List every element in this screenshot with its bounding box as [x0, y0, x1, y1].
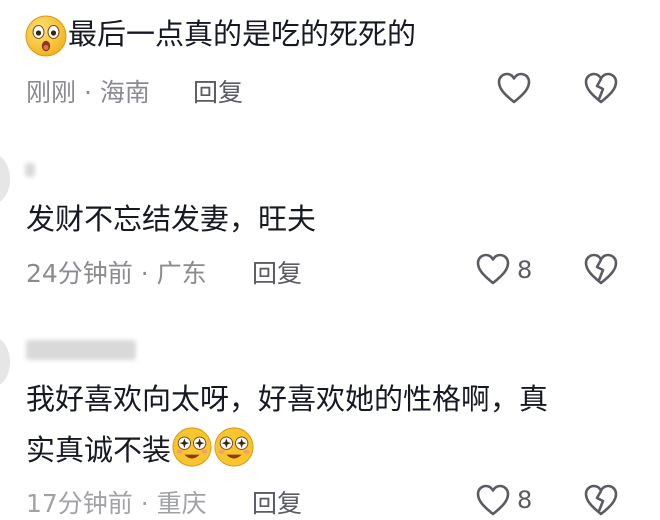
star-struck-face-emoji — [172, 427, 212, 467]
broken-heart-icon[interactable] — [583, 483, 619, 517]
comment-text-line-1: 我好喜欢向太呀，好喜欢她的性格啊，真 — [26, 382, 549, 416]
comment-location: 广东 — [156, 259, 207, 288]
comment-time: 刚刚 — [26, 78, 77, 107]
comment-location: 海南 — [99, 78, 150, 107]
meta-separator: · — [83, 78, 100, 107]
reply-button[interactable]: 回复 — [252, 484, 302, 520]
like-count: 8 — [517, 486, 533, 514]
broken-heart-icon[interactable] — [583, 71, 619, 105]
comment-text-line-2-text: 实真诚不装 — [26, 433, 172, 467]
comment-text-line-2: 实真诚不装 — [26, 426, 255, 469]
comment-location: 重庆 — [156, 489, 207, 518]
heart-outline-icon[interactable] — [475, 483, 511, 517]
meta-separator: · — [140, 259, 157, 288]
comment-time: 17分钟前 — [26, 489, 133, 518]
broken-heart-icon[interactable] — [583, 252, 619, 286]
comment-text: 最后一点真的是吃的死死的 — [68, 17, 417, 51]
meta-separator: · — [140, 489, 157, 518]
astonished-face-emoji — [25, 15, 67, 57]
comment-meta: 17分钟前 · 重庆 — [26, 484, 207, 520]
heart-outline-icon[interactable] — [496, 71, 532, 105]
avatar[interactable] — [0, 154, 10, 204]
username-blurred[interactable] — [25, 163, 35, 177]
comment-text: 发财不忘结发妻，旺夫 — [26, 202, 317, 236]
star-struck-face-emoji — [214, 427, 254, 467]
heart-outline-icon[interactable] — [475, 252, 511, 286]
avatar[interactable] — [0, 337, 10, 387]
username-blurred[interactable] — [26, 340, 136, 360]
comment-meta: 24分钟前 · 广东 — [26, 254, 207, 290]
reply-button[interactable]: 回复 — [193, 73, 243, 109]
reply-button[interactable]: 回复 — [252, 254, 302, 290]
comment-meta: 刚刚 · 海南 — [26, 73, 150, 109]
comment-time: 24分钟前 — [26, 259, 133, 288]
like-count: 8 — [517, 256, 533, 284]
